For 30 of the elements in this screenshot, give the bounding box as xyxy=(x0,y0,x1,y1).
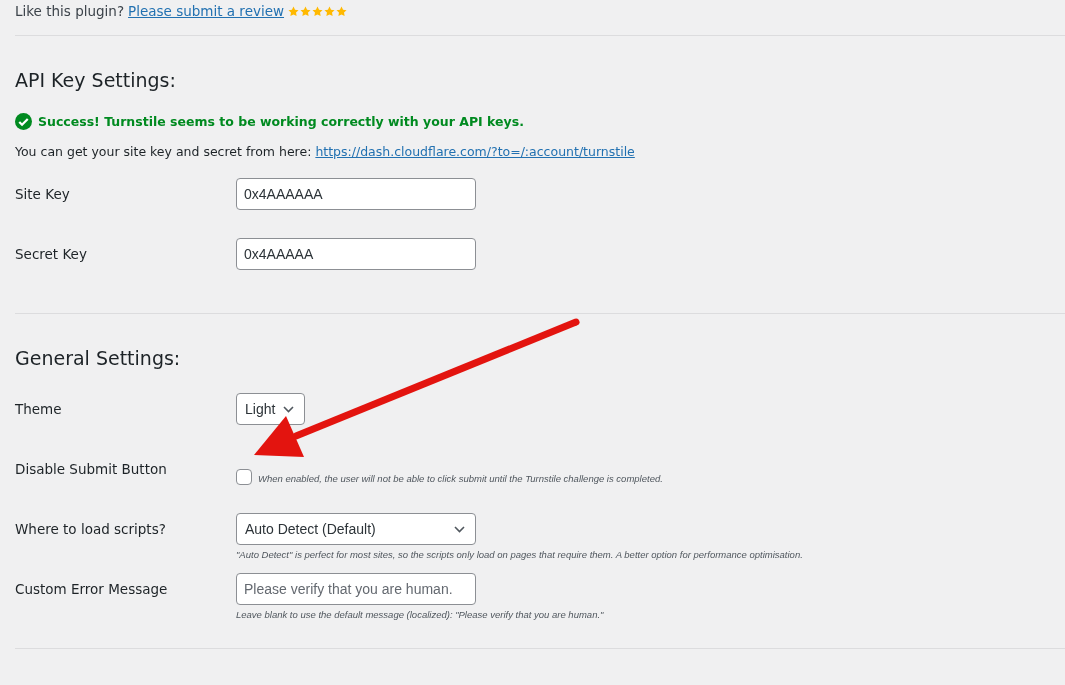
field-description: Leave blank to use the default message (localized): "Please verify that you are human." xyxy=(236,609,604,620)
field-description: "Auto Detect" is perfect for most sites, so the scripts only load on pages that require them. A better option for performance optimisation. xyxy=(236,549,803,560)
star-icon xyxy=(336,5,348,17)
intro-text: You can get your site key and secret from here: xyxy=(15,144,312,159)
review-prompt: Like this plugin? xyxy=(15,3,125,19)
field-label: Where to load scripts? xyxy=(15,520,167,537)
select-dropdown[interactable]: Light xyxy=(236,393,306,425)
section-heading: API Key Settings: xyxy=(15,69,177,93)
review-link[interactable]: Please submit a review xyxy=(128,3,285,19)
star-icon xyxy=(300,5,312,17)
field-label: Disable Submit Button xyxy=(15,460,168,477)
field-label: Custom Error Message xyxy=(15,580,169,597)
text-field[interactable]: Please verify that you are human. xyxy=(236,573,476,605)
star-icon xyxy=(288,5,300,17)
field-label: Theme xyxy=(15,400,63,417)
field-description: When enabled, the user will not be able to click submit until the Turnstile challenge is completed. xyxy=(258,472,663,484)
star-icon xyxy=(312,5,324,17)
field-label: Site Key xyxy=(15,185,71,202)
check-circle-icon xyxy=(15,113,32,130)
text-field[interactable]: 0x4AAAAAA xyxy=(236,178,476,210)
text-field[interactable]: 0x4AAAAA xyxy=(236,238,476,270)
select-dropdown[interactable]: Auto Detect (Default) xyxy=(236,513,476,545)
star-icon xyxy=(324,5,336,17)
dashboard-link[interactable]: https://dash.cloudflare.com/?to=/:account/turnstile xyxy=(315,144,635,159)
checkbox[interactable] xyxy=(236,469,252,485)
chevron-down-icon xyxy=(454,525,465,533)
chevron-down-icon xyxy=(283,405,295,413)
section-heading: General Settings: xyxy=(15,347,182,371)
success-message: Success! Turnstile seems to be working correctly with your API keys. xyxy=(38,114,524,129)
field-label: Secret Key xyxy=(15,245,88,262)
